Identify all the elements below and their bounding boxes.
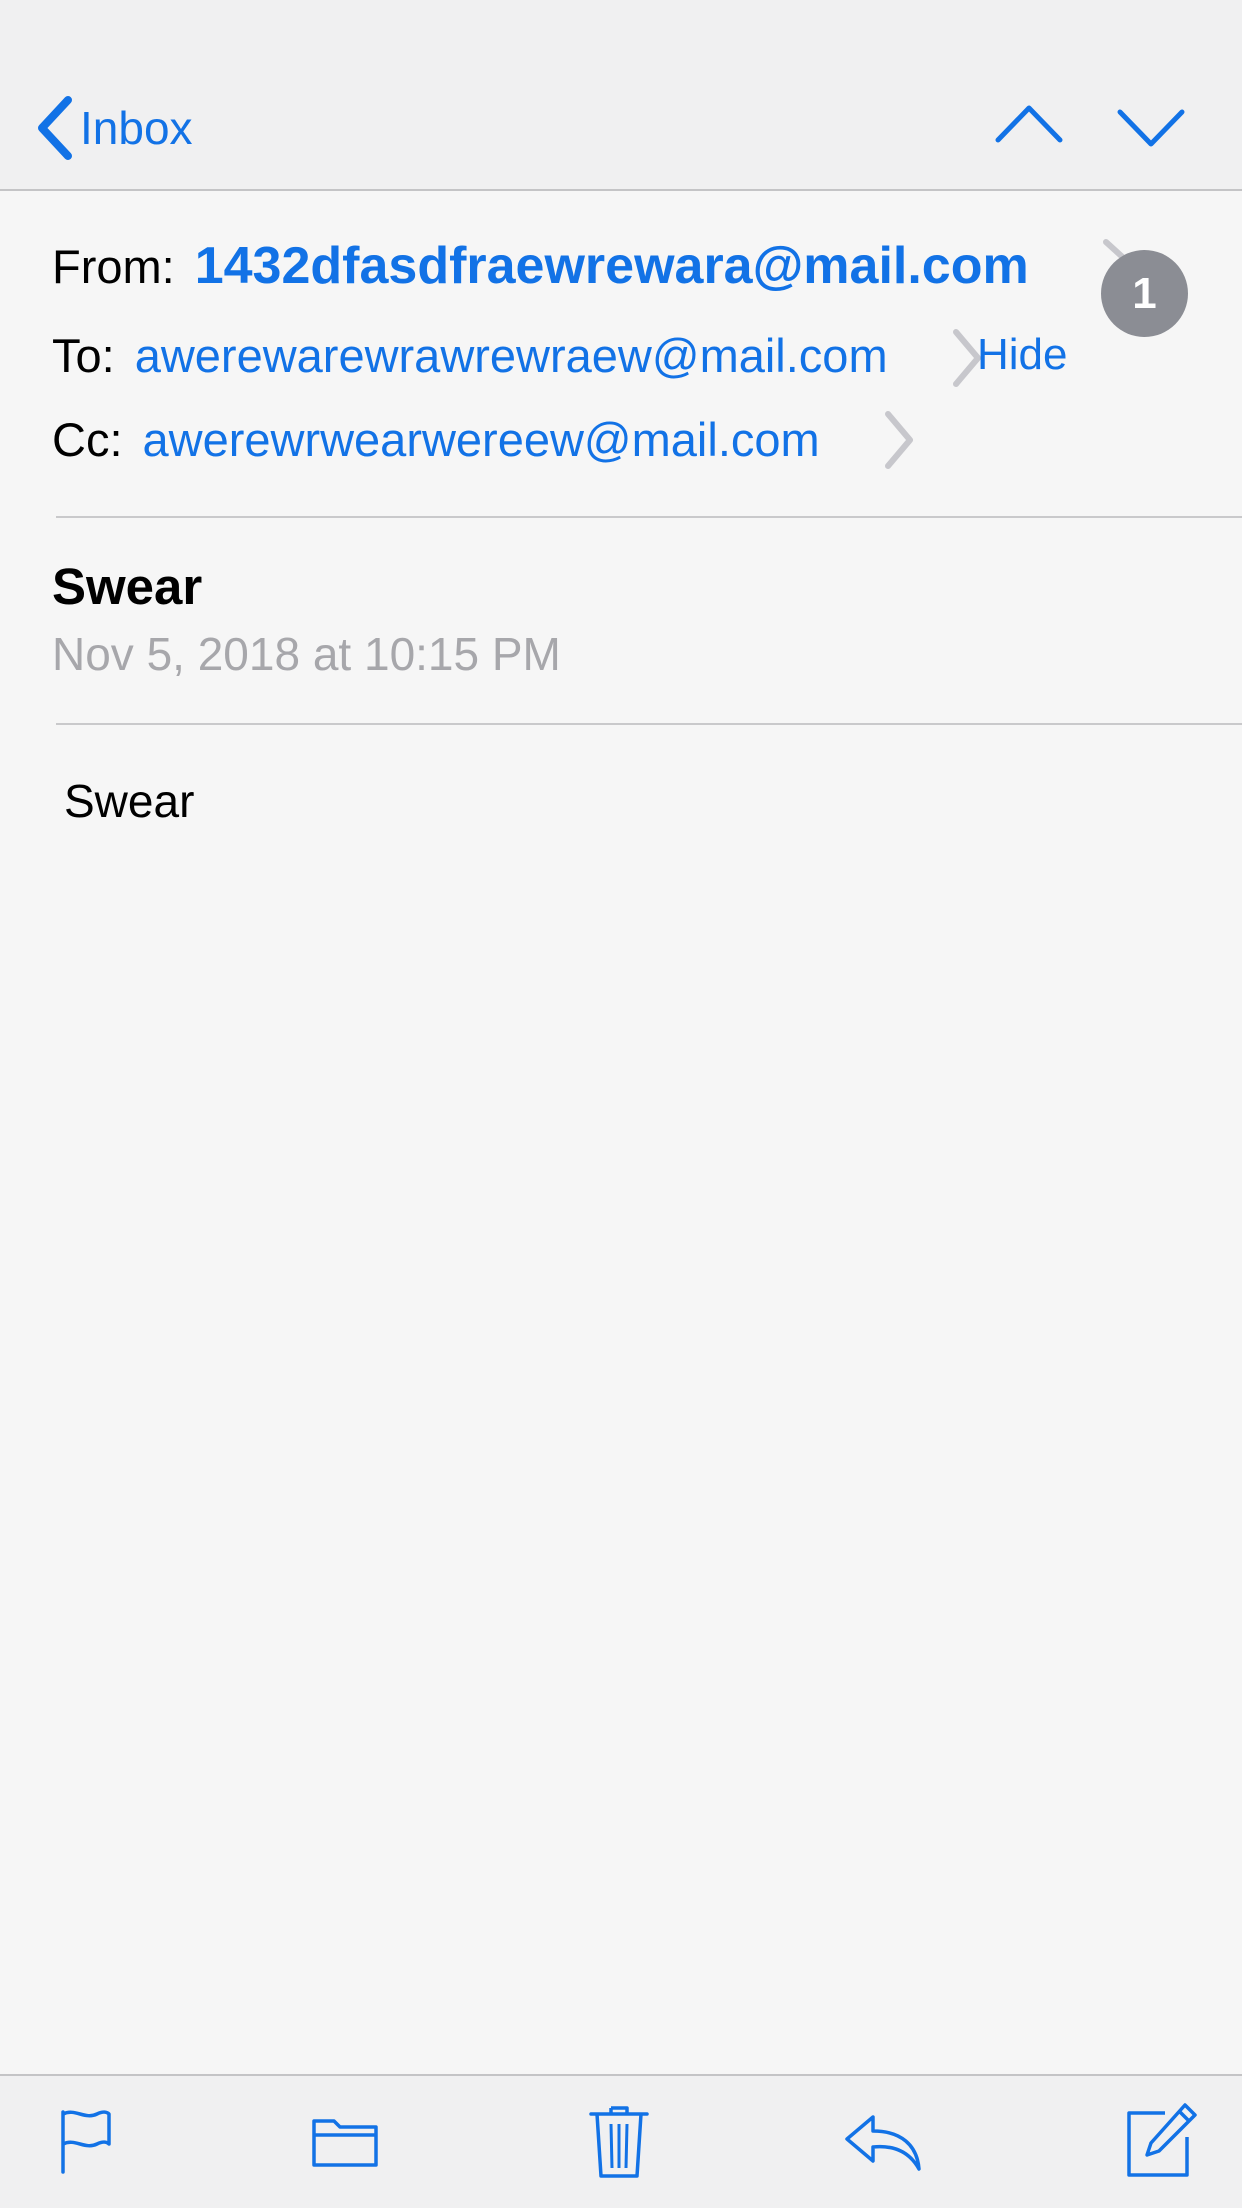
compose-icon [1127, 2103, 1197, 2177]
compose-button[interactable] [1114, 2096, 1204, 2186]
folder-icon [312, 2119, 378, 2167]
back-to-inbox-button[interactable]: Inbox [34, 93, 193, 163]
cc-row: Cc: awerewrwearwereew@mail.com [52, 412, 820, 467]
navigation-bar: Inbox [0, 0, 1242, 191]
flag-button[interactable] [40, 2096, 130, 2186]
from-row: From: 1432dfasdfraewrewara@mail.com [52, 236, 1029, 296]
hide-details-link[interactable]: Hide [977, 330, 1068, 380]
previous-message-button[interactable] [994, 98, 1064, 154]
cc-chevron-icon [885, 411, 913, 469]
to-row: To: awerewarewrawrewraew@mail.com [52, 328, 888, 383]
from-address[interactable]: 1432dfasdfraewrewara@mail.com [195, 236, 1029, 296]
message-date: Nov 5, 2018 at 10:15 PM [52, 628, 561, 680]
chevron-down-icon [1117, 109, 1185, 147]
bottom-toolbar [0, 2074, 1242, 2208]
flag-icon [61, 2110, 111, 2174]
reply-button[interactable] [838, 2096, 928, 2186]
trash-button[interactable] [574, 2096, 664, 2186]
move-to-folder-button[interactable] [300, 2096, 390, 2186]
message-subject: Swear [52, 558, 203, 615]
back-button-label: Inbox [80, 102, 193, 154]
to-label: To: [52, 329, 115, 382]
subject-divider [56, 723, 1242, 725]
cc-address[interactable]: awerewrwearwereew@mail.com [143, 412, 820, 467]
chevron-up-icon [995, 105, 1063, 143]
reply-icon [845, 2115, 921, 2171]
header-divider [56, 516, 1242, 518]
next-message-button[interactable] [1116, 98, 1186, 154]
chevron-left-icon [38, 96, 72, 160]
trash-icon [589, 2106, 649, 2178]
to-address[interactable]: awerewarewrawrewraew@mail.com [135, 328, 888, 383]
thread-count-badge: 1 [1101, 250, 1188, 337]
badge-count: 1 [1132, 268, 1157, 318]
message-body: Swear [64, 775, 195, 827]
cc-label: Cc: [52, 413, 123, 466]
from-label: From: [52, 240, 175, 293]
